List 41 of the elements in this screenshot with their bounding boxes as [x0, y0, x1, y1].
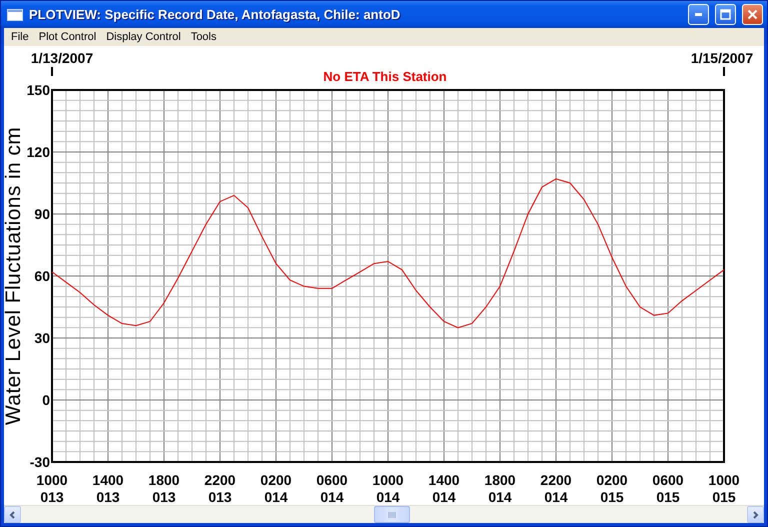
x-tick-label: 1400 014 — [428, 472, 460, 505]
x-tick-label: 0600 015 — [652, 472, 684, 505]
x-tick-label: 1800 014 — [484, 472, 516, 505]
x-tick-label: 1000 014 — [372, 472, 404, 505]
x-tick-label: 0200 014 — [260, 472, 292, 505]
start-date: 1/13/2007 — [30, 50, 94, 66]
maximize-icon — [720, 9, 731, 20]
scroll-left-button[interactable] — [4, 506, 21, 523]
x-tick-label: 1400 013 — [92, 472, 124, 505]
y-tick-label: 30 — [34, 330, 50, 346]
minimize-icon — [694, 13, 702, 16]
x-tick-label: 1000 015 — [708, 472, 740, 505]
menu-item[interactable]: Display Control — [101, 31, 186, 43]
y-tick-label: 90 — [34, 206, 50, 222]
menu-item[interactable]: Plot Control — [34, 31, 102, 43]
x-tick-label: 0200 015 — [596, 472, 628, 505]
y-tick-label: 0 — [42, 392, 50, 408]
window-icon — [7, 8, 23, 20]
x-tick-label: 2200 014 — [540, 472, 572, 505]
y-axis-title: Water Level Fluctuations in cm — [2, 126, 26, 426]
minimize-button[interactable] — [688, 4, 709, 25]
x-tick-label: 1000 013 — [36, 472, 68, 505]
close-icon — [747, 9, 758, 20]
horizontal-scrollbar[interactable] — [4, 505, 764, 523]
window-title: PLOTVIEW: Specific Record Date, Antofagasta, Chile: antoD — [29, 7, 402, 22]
grip-icon — [388, 512, 396, 518]
y-tick-label: 150 — [26, 82, 50, 98]
x-tick-label: 1800 013 — [148, 472, 180, 505]
scroll-thumb[interactable] — [374, 506, 410, 523]
x-tick-label: 2200 013 — [204, 472, 236, 505]
menu-item[interactable]: File — [6, 31, 34, 43]
end-date: 1/15/2007 — [690, 50, 754, 66]
y-tick-label: 60 — [34, 268, 50, 284]
y-tick-label: -30 — [30, 454, 50, 470]
maximize-button[interactable] — [715, 4, 736, 25]
x-tick-label: 0600 014 — [316, 472, 348, 505]
menu-item[interactable]: Tools — [186, 31, 222, 43]
close-button[interactable] — [742, 4, 763, 25]
scroll-right-button[interactable] — [747, 506, 764, 523]
y-tick-label: 120 — [26, 144, 50, 160]
station-message: No ETA This Station — [323, 69, 447, 84]
